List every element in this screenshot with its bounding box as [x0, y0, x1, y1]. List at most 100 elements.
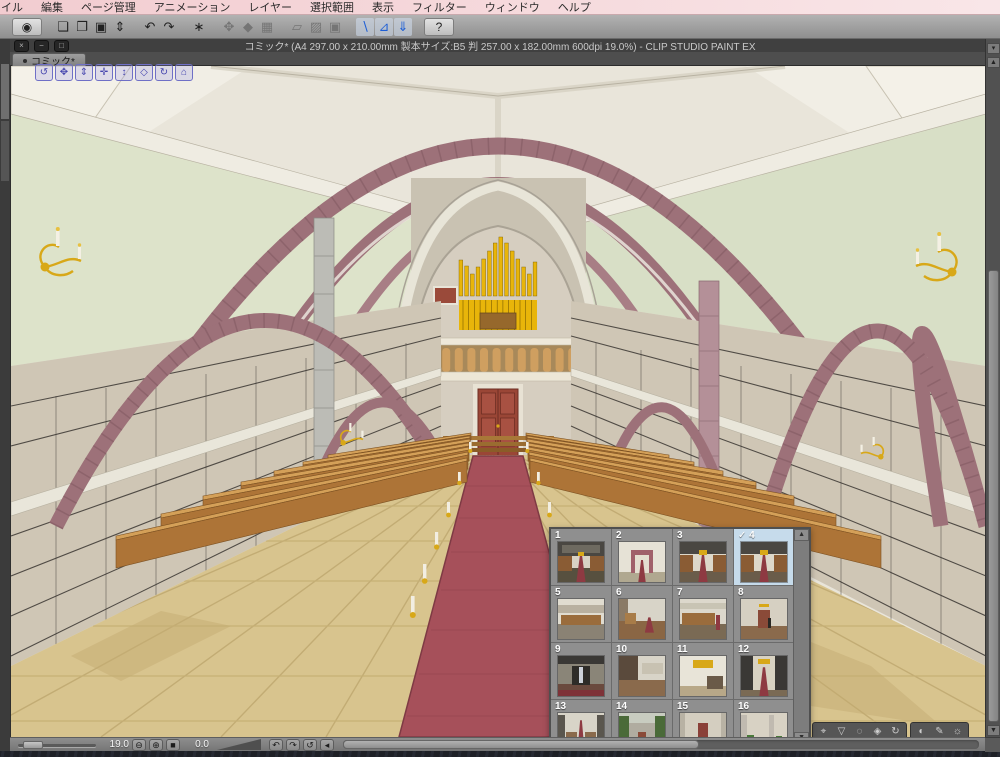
snap-grid-icon[interactable]: ⇓ — [394, 17, 412, 36]
command-bar: ◉ ❏ ❐ ▣ ⇕ ↶ ↷ ∗ ✥ ◆ ▦ ▱ ▨ ▣ ∖ ⊿ ⇓? — [0, 15, 1000, 39]
camera-preset-1[interactable]: 1 — [551, 529, 611, 585]
help-icon[interactable]: ? — [424, 17, 454, 36]
3d-scene-canvas[interactable] — [11, 66, 985, 737]
scroll-up-icon[interactable]: ▲ — [987, 57, 1000, 68]
camera-range-icon[interactable]: ◌ — [852, 724, 867, 738]
close-button[interactable]: × — [14, 40, 29, 52]
scrollbar-corner — [985, 737, 1000, 752]
rotate-left-button[interactable]: ↶ — [269, 738, 283, 751]
panel-menu-icon[interactable]: ▾ — [987, 43, 1000, 54]
object-select-icon[interactable]: ⌖ — [816, 724, 831, 738]
scroll-left-icon[interactable]: ◂ — [320, 738, 334, 751]
open-file-icon[interactable]: ❐ — [73, 18, 91, 36]
select-layer-icon: ▣ — [328, 18, 342, 34]
fit-to-screen-button[interactable]: ■ — [166, 738, 180, 751]
snap-ruler-icon[interactable]: ∖ — [356, 17, 374, 36]
menu-item-8[interactable]: ウィンドウ — [476, 0, 549, 15]
preset-scrollbar[interactable]: ▲ ▼ — [793, 529, 809, 744]
preset-number: ✓ 4 — [738, 530, 755, 541]
move-layer-icon: ✥ — [223, 18, 235, 34]
light-source-icon[interactable]: ☼ — [950, 724, 965, 738]
menu-item-1[interactable]: 編集 — [32, 0, 72, 15]
camera-preset-6[interactable]: 6 — [612, 586, 672, 642]
camera-preset-3[interactable]: 3 — [673, 529, 733, 585]
zoom-in-button[interactable]: ⊕ — [149, 738, 163, 751]
snap-special-ruler-icon[interactable]: ⊿ — [375, 17, 393, 36]
3d-camera-toolbar: ↺ ✥ ⇕ ✛ ↕ ◇ ↻ ⌂ — [35, 64, 193, 81]
camera-preset-9[interactable]: 9 — [551, 643, 611, 699]
zoom-slider[interactable] — [18, 740, 96, 749]
rotate-right-button[interactable]: ↷ — [286, 738, 300, 751]
preset-number: 6 — [616, 587, 622, 598]
camera-preset-4[interactable]: ✓ 4 — [734, 529, 794, 585]
minimize-button[interactable]: − — [34, 40, 49, 52]
scroll-up-icon[interactable]: ▲ — [794, 529, 809, 541]
save-options-icon[interactable]: ⇕ — [111, 18, 129, 36]
zoom-value: 19.0 — [109, 739, 129, 750]
maximize-button[interactable]: □ — [54, 40, 69, 52]
preset-number: 14 — [616, 701, 628, 712]
clip-studio-logo[interactable]: ◉ — [12, 17, 42, 36]
object-move-icon[interactable]: ✛ — [95, 64, 113, 81]
new-file-icon[interactable]: ❏ — [54, 18, 72, 36]
camera-preset-12[interactable]: 12 — [734, 643, 794, 699]
canvas-viewport[interactable] — [10, 66, 985, 737]
camera-pan-icon[interactable]: ✥ — [55, 64, 73, 81]
menu-item-4[interactable]: レイヤー — [239, 0, 301, 15]
menu-item-0[interactable]: イル — [0, 0, 32, 15]
scroll-down-icon[interactable]: ▼ — [987, 725, 1000, 736]
preset-number: 9 — [555, 644, 561, 655]
preset-number: 7 — [677, 587, 683, 598]
preset-thumbnail — [680, 599, 726, 639]
redo-icon[interactable]: ↷ — [160, 18, 178, 36]
zoom-out-button[interactable]: ⊖ — [132, 738, 146, 751]
object-rotate-icon[interactable]: ◇ — [135, 64, 153, 81]
menu-item-5[interactable]: 選択範囲 — [301, 0, 363, 15]
menu-item-7[interactable]: フィルター — [403, 0, 476, 15]
canvas-status-bar: 19.0 ⊖ ⊕ ■ 0.0 ↶ ↷ ↺ ◂ — [10, 737, 985, 751]
preset-thumbnail — [619, 542, 665, 582]
preset-thumbnail — [619, 656, 665, 696]
camera-orbit-icon[interactable]: ↺ — [35, 64, 53, 81]
menu-item-2[interactable]: ページ管理 — [72, 0, 145, 15]
reset-rotation-button[interactable]: ↺ — [303, 738, 317, 751]
save-icon[interactable]: ▣ — [92, 18, 110, 36]
material-sphere-icon[interactable]: ◐ — [914, 724, 929, 738]
zoom-slider-handle[interactable] — [23, 740, 43, 749]
camera-dolly-icon[interactable]: ⇕ — [75, 64, 93, 81]
preset-number: 13 — [555, 701, 567, 712]
deselect-icon: ▨ — [309, 18, 323, 34]
object-list-icon[interactable]: ◈ — [870, 724, 885, 738]
object-lift-icon[interactable]: ↕ — [115, 64, 133, 81]
clear-icon[interactable]: ∗ — [190, 18, 208, 36]
menu-bar: イル 編集 ページ管理 アニメーション レイヤー 選択範囲 表示 フィルター ウィンドウ ヘルプ — [0, 0, 1000, 15]
spotlight-icon[interactable]: ▽ — [834, 724, 849, 738]
camera-preset-2[interactable]: 2 — [612, 529, 672, 585]
preset-thumbnail — [741, 656, 787, 696]
object-roll-icon[interactable]: ↻ — [155, 64, 173, 81]
preset-thumbnail — [680, 542, 726, 582]
horizontal-scrollbar[interactable] — [343, 740, 979, 749]
vertical-scrollbar[interactable]: ▾ ▲ ▼ — [985, 39, 1000, 751]
preset-number: 11 — [677, 644, 688, 655]
camera-preset-5[interactable]: 5 — [551, 586, 611, 642]
preset-grid: 1 2 3 ✓ 4 5 6 7 8 9 10 11 12 13 14 15 16 — [551, 529, 794, 744]
camera-preset-11[interactable]: 11 — [673, 643, 733, 699]
fill-icon: ◆ — [243, 18, 253, 34]
menu-item-3[interactable]: アニメーション — [145, 0, 240, 15]
rotate-object-icon[interactable]: ↻ — [888, 724, 903, 738]
camera-preset-8[interactable]: 8 — [734, 586, 794, 642]
unsaved-dot-icon — [23, 58, 27, 63]
camera-angle-panel: 123✓ 45678910111213141516 ▲ ▼ — [549, 527, 811, 746]
menu-item-9[interactable]: ヘルプ — [549, 0, 600, 15]
menu-item-6[interactable]: 表示 — [363, 0, 403, 15]
vertical-scrollbar-thumb[interactable] — [988, 270, 999, 722]
edit-pose-icon[interactable]: ✎ — [932, 724, 947, 738]
horizontal-scrollbar-thumb[interactable] — [343, 740, 700, 749]
window-buttons: × − □ — [14, 40, 69, 52]
rotation-slider[interactable] — [217, 739, 261, 750]
camera-preset-7[interactable]: 7 — [673, 586, 733, 642]
camera-preset-10[interactable]: 10 — [612, 643, 672, 699]
undo-icon[interactable]: ↶ — [141, 18, 159, 36]
object-ground-icon[interactable]: ⌂ — [175, 64, 193, 81]
